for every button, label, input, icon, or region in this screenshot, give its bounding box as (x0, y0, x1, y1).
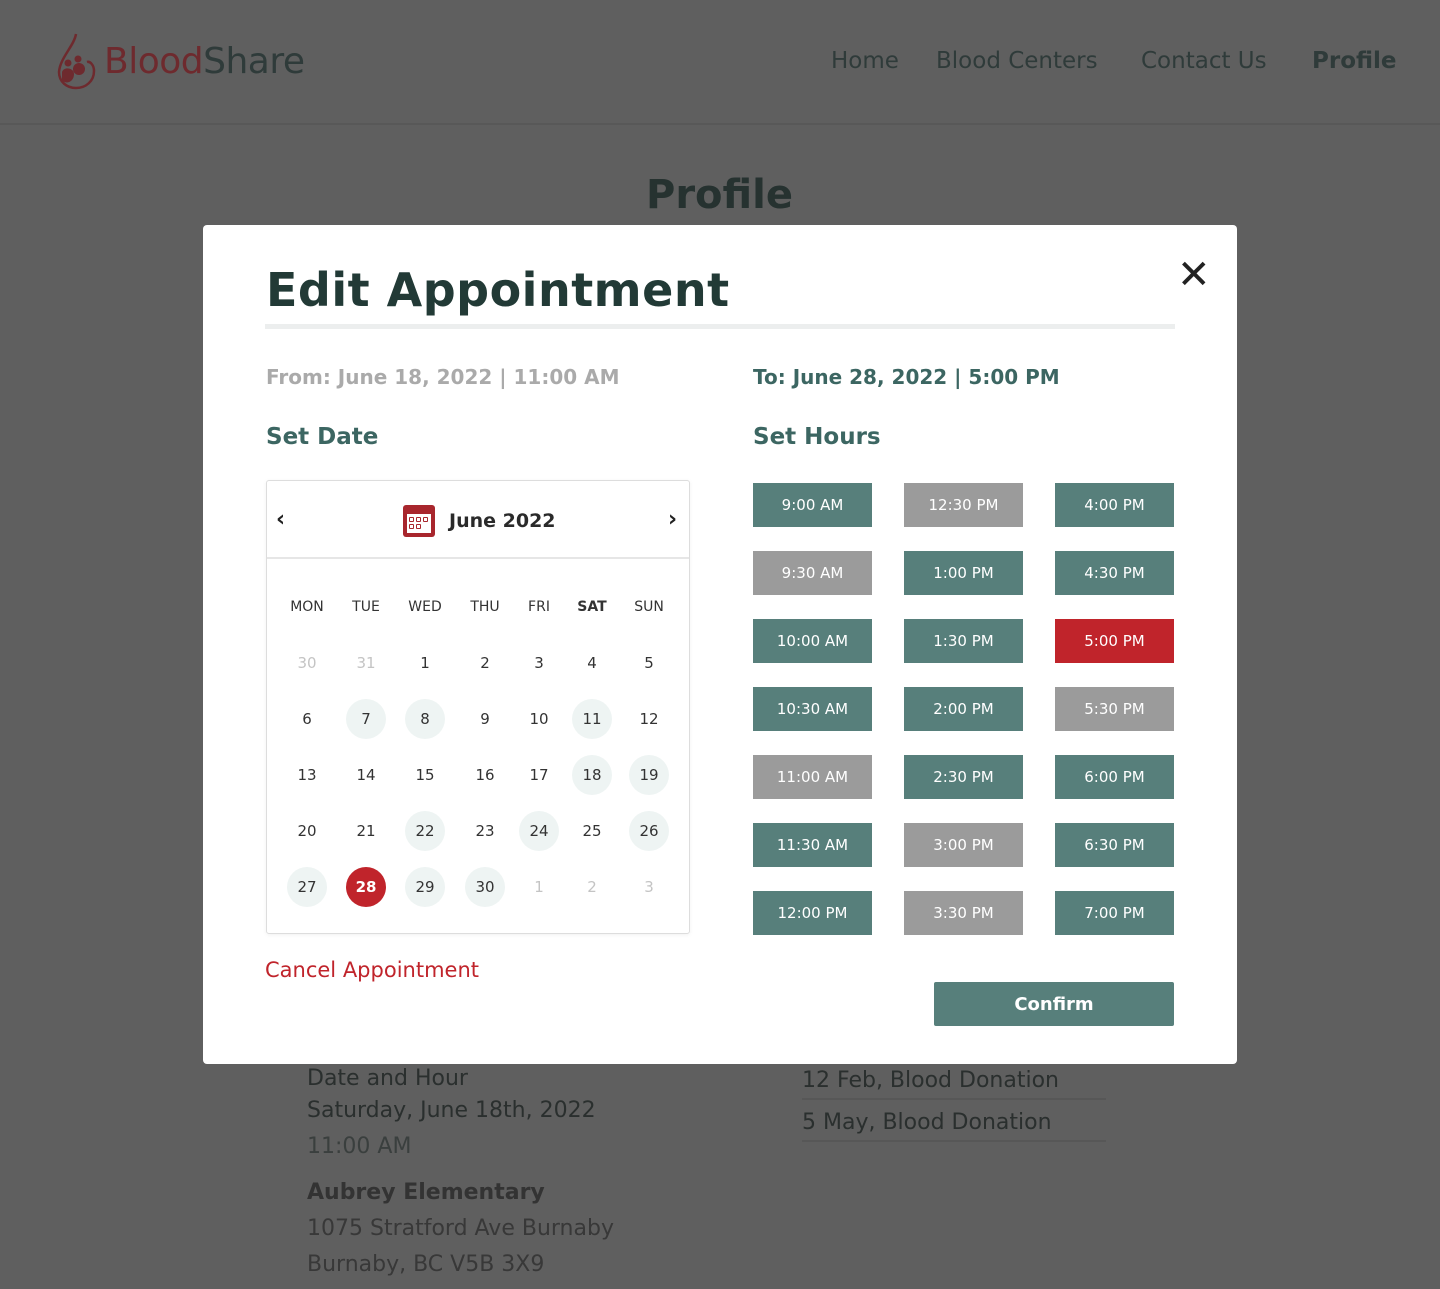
calendar-day[interactable]: 18 (572, 755, 612, 795)
weekday-tue: TUE (352, 599, 380, 615)
blood-drop-logo-icon (57, 33, 96, 90)
weekday-thu: THU (470, 599, 500, 615)
calendar-day[interactable]: 15 (405, 755, 445, 795)
set-date-heading: Set Date (266, 424, 379, 450)
page-title: Profile (646, 172, 794, 218)
weekday-mon: MON (290, 599, 324, 615)
edit-appointment-modal: Edit Appointment ✕ From: June 18, 2022 |… (203, 225, 1237, 1064)
from-datetime: From: June 18, 2022 | 11:00 AM (266, 365, 620, 389)
calendar-icon (403, 505, 435, 537)
calendar-day[interactable]: 24 (519, 811, 559, 851)
calendar-day[interactable]: 6 (287, 699, 327, 739)
month-label: June 2022 (449, 510, 556, 532)
calendar-day[interactable]: 9 (465, 699, 505, 739)
close-icon[interactable]: ✕ (1177, 255, 1211, 295)
calendar-day[interactable]: 17 (519, 755, 559, 795)
calendar-day[interactable]: 14 (346, 755, 386, 795)
time-slot[interactable]: 12:00 PM (753, 891, 872, 935)
time-slot: 5:30 PM (1055, 687, 1174, 731)
calendar-day: 3 (644, 878, 654, 896)
cancel-appointment-link[interactable]: Cancel Appointment (265, 958, 479, 982)
history-item: 12 Feb, Blood Donation (802, 1068, 1059, 1093)
next-month-chevron-right-icon[interactable]: › (668, 507, 677, 532)
calendar-day[interactable]: 26 (629, 811, 669, 851)
address-line-1: 1075 Stratford Ave Burnaby (307, 1216, 614, 1241)
time-slot[interactable]: 6:30 PM (1055, 823, 1174, 867)
weekday-sun: SUN (634, 599, 664, 615)
calendar-day[interactable]: 22 (405, 811, 445, 851)
time-slot[interactable]: 7:00 PM (1055, 891, 1174, 935)
time-slot[interactable]: 1:00 PM (904, 551, 1023, 595)
calendar-day[interactable]: 13 (287, 755, 327, 795)
title-divider (265, 324, 1175, 329)
time-slot[interactable]: 1:30 PM (904, 619, 1023, 663)
logo[interactable]: BloodShare (54, 32, 305, 90)
address-line-2: Burnaby, BC V5B 3X9 (307, 1252, 545, 1277)
calendar-day[interactable]: 30 (465, 867, 505, 907)
time-slot[interactable]: 2:30 PM (904, 755, 1023, 799)
time-slot: 3:00 PM (904, 823, 1023, 867)
confirm-button[interactable]: Confirm (934, 982, 1174, 1026)
appointment-time: 11:00 AM (307, 1134, 412, 1159)
nav-home[interactable]: Home (831, 48, 899, 74)
calendar-day: 31 (356, 654, 376, 672)
calendar-day-selected[interactable]: 28 (346, 867, 386, 907)
history-item: 5 May, Blood Donation (802, 1110, 1052, 1135)
location-name: Aubrey Elementary (307, 1180, 545, 1205)
time-slot[interactable]: 4:30 PM (1055, 551, 1174, 595)
calendar-day[interactable]: 21 (346, 811, 386, 851)
calendar-day[interactable]: 4 (572, 643, 612, 683)
time-slot[interactable]: 6:00 PM (1055, 755, 1174, 799)
calendar-day[interactable]: 8 (405, 699, 445, 739)
calendar-day: 30 (297, 654, 317, 672)
calendar-day[interactable]: 19 (629, 755, 669, 795)
calendar-day: 2 (587, 878, 597, 896)
calendar-day[interactable]: 25 (572, 811, 612, 851)
calendar-day[interactable]: 23 (465, 811, 505, 851)
time-slot[interactable]: 4:00 PM (1055, 483, 1174, 527)
logo-text-blood: Blood (104, 40, 204, 82)
calendar-day[interactable]: 29 (405, 867, 445, 907)
to-datetime: To: June 28, 2022 | 5:00 PM (753, 365, 1060, 389)
calendar-day[interactable]: 12 (629, 699, 669, 739)
calendar-day[interactable]: 2 (465, 643, 505, 683)
time-slot: 3:30 PM (904, 891, 1023, 935)
time-slot[interactable]: 10:30 AM (753, 687, 872, 731)
nav-blood-centers[interactable]: Blood Centers (936, 48, 1098, 74)
modal-title: Edit Appointment (266, 263, 730, 317)
calendar-day[interactable]: 3 (519, 643, 559, 683)
calendar: ‹ June 2022 › MON TUE WED THU FRI SAT SUN 30 31 1… (266, 480, 690, 934)
time-slot-selected[interactable]: 5:00 PM (1055, 619, 1174, 663)
navbar: BloodShare Home Blood Centers Contact Us… (0, 0, 1440, 125)
time-slot: 11:00 AM (753, 755, 872, 799)
calendar-header: ‹ June 2022 › (267, 481, 689, 559)
calendar-day[interactable]: 27 (287, 867, 327, 907)
nav-profile[interactable]: Profile (1312, 48, 1397, 74)
appointment-date: Saturday, June 18th, 2022 (307, 1098, 596, 1123)
time-slot: 9:30 AM (753, 551, 872, 595)
calendar-day[interactable]: 16 (465, 755, 505, 795)
calendar-day[interactable]: 1 (405, 643, 445, 683)
calendar-day[interactable]: 10 (519, 699, 559, 739)
divider (802, 1098, 1106, 1100)
calendar-day: 1 (534, 878, 544, 896)
prev-month-chevron-left-icon[interactable]: ‹ (276, 507, 285, 532)
calendar-day[interactable]: 7 (346, 699, 386, 739)
divider (802, 1140, 1106, 1142)
calendar-day[interactable]: 20 (287, 811, 327, 851)
time-slot[interactable]: 10:00 AM (753, 619, 872, 663)
weekday-wed: WED (408, 599, 442, 615)
weekday-fri: FRI (528, 599, 550, 615)
calendar-day[interactable]: 5 (629, 643, 669, 683)
time-slot: 12:30 PM (904, 483, 1023, 527)
time-slot[interactable]: 11:30 AM (753, 823, 872, 867)
calendar-day[interactable]: 11 (572, 699, 612, 739)
time-slot[interactable]: 2:00 PM (904, 687, 1023, 731)
time-slot[interactable]: 9:00 AM (753, 483, 872, 527)
set-hours-heading: Set Hours (753, 424, 881, 450)
logo-text-share: Share (203, 40, 305, 82)
nav-contact-us[interactable]: Contact Us (1141, 48, 1267, 74)
date-hour-label: Date and Hour (307, 1066, 468, 1091)
weekday-sat: SAT (577, 599, 607, 615)
